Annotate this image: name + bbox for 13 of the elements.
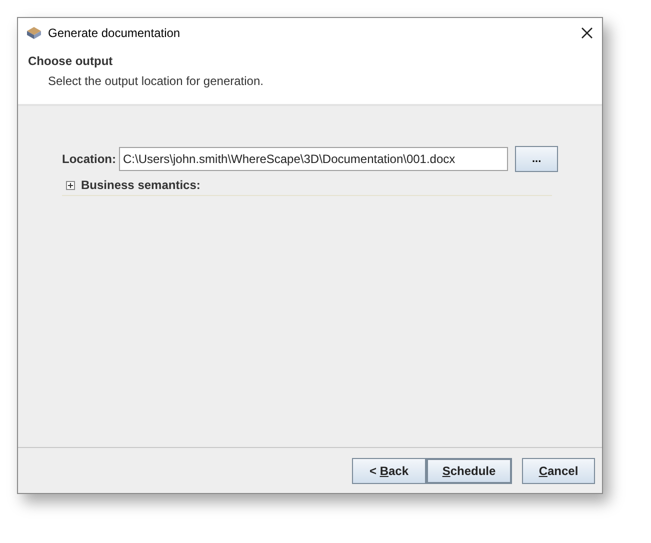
dialog-button[interactable]: < Back: [352, 458, 426, 484]
cube-icon: [26, 26, 42, 40]
dialog-button[interactable]: Cancel: [522, 458, 595, 484]
step-description: Select the output location for generation.: [48, 74, 264, 88]
dialog-button[interactable]: Schedule: [426, 458, 512, 484]
step-title: Choose output: [28, 54, 114, 68]
location-label: Location:: [62, 152, 116, 166]
expand-icon[interactable]: [66, 180, 75, 190]
window-title: Generate documentation: [48, 26, 182, 40]
location-field[interactable]: C:\Users\john.smith\WhereScape\3D\Documentation\001.docx: [119, 147, 508, 171]
close-button[interactable]: [580, 26, 594, 40]
browse-button[interactable]: ...: [515, 146, 558, 172]
section-label: Business semantics:: [81, 178, 200, 192]
